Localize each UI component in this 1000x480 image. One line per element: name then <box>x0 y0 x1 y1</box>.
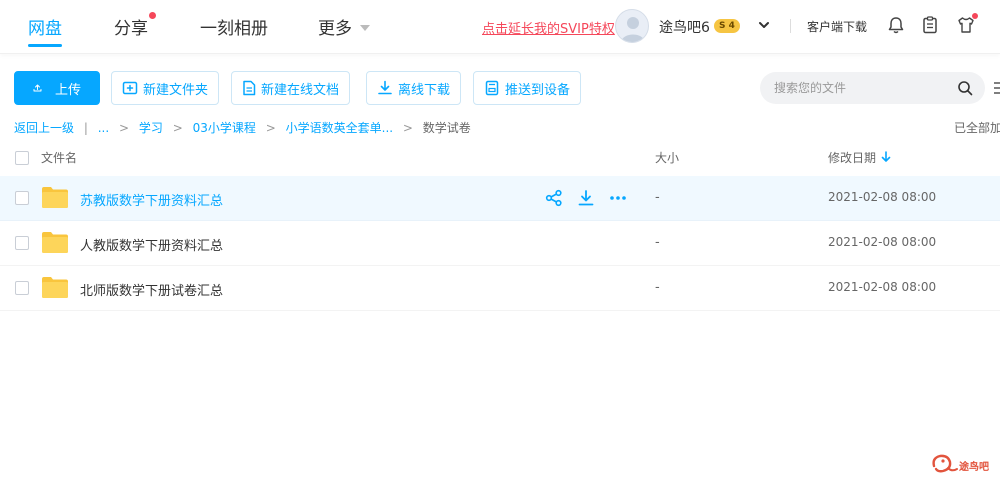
tab-netdisk[interactable]: 网盘 <box>28 14 62 39</box>
select-all-checkbox[interactable] <box>15 151 29 165</box>
push-to-device-button[interactable]: 推送到设备 <box>473 71 582 105</box>
tab-more-label: 更多 <box>318 19 352 39</box>
new-online-doc-button[interactable]: 新建在线文档 <box>231 71 351 105</box>
file-modified-date: 2021-02-08 08:00 <box>828 235 937 249</box>
document-icon <box>243 80 256 96</box>
avatar-person-icon <box>621 17 645 42</box>
top-navigation: 网盘 分享 一刻相册 更多 点击延长我的SVIP特权 途鸟吧6 S 4 客户端下… <box>0 0 1000 54</box>
file-name[interactable]: 人教版数学下册资料汇总 <box>80 235 223 254</box>
table-row[interactable]: 人教版数学下册资料汇总 - 2021-02-08 08:00 <box>0 221 1000 266</box>
table-header: 文件名 大小 修改日期 <box>0 142 1000 174</box>
file-size: - <box>655 280 660 295</box>
search-box <box>760 72 985 104</box>
list-view-icon[interactable] <box>994 81 1000 95</box>
nav-divider <box>790 19 791 33</box>
breadcrumb-separator: | <box>83 121 88 135</box>
table-row[interactable]: 北师版数学下册试卷汇总 - 2021-02-08 08:00 <box>0 266 1000 311</box>
file-size: - <box>655 190 660 205</box>
loaded-status: 已全部加载 <box>954 121 1000 135</box>
sort-desc-arrow-icon[interactable] <box>881 151 891 163</box>
folder-icon <box>42 232 68 253</box>
column-header-modified[interactable]: 修改日期 <box>828 149 876 166</box>
new-folder-button[interactable]: 新建文件夹 <box>111 71 220 105</box>
user-menu-chevron-icon[interactable] <box>758 19 770 31</box>
download-icon[interactable] <box>577 189 595 207</box>
chevron-down-icon <box>360 25 370 31</box>
folder-icon <box>42 277 68 298</box>
file-modified-date: 2021-02-08 08:00 <box>828 190 937 204</box>
file-modified-date: 2021-02-08 08:00 <box>828 280 937 294</box>
tab-moment-album[interactable]: 一刻相册 <box>200 14 268 39</box>
folder-icon <box>42 187 68 208</box>
table-row[interactable]: 苏教版数学下册资料汇总 - 2021-02-08 08:00 <box>0 176 1000 221</box>
svip-renew-link[interactable]: 点击延长我的SVIP特权 <box>482 18 615 37</box>
skin-notification-dot <box>972 13 978 19</box>
offline-download-button-label: 离线下载 <box>398 82 451 98</box>
file-size: - <box>655 235 660 250</box>
search-icon[interactable] <box>957 80 973 96</box>
svip-level-badge: S 4 <box>714 19 740 33</box>
breadcrumb: 返回上一级 | ... > 学习 > 03小学课程 > 小学语数英全套单... … <box>14 119 471 136</box>
upload-icon <box>33 84 42 92</box>
column-header-size[interactable]: 大小 <box>655 149 679 166</box>
breadcrumb-current: 数学试卷 <box>422 121 471 135</box>
clipboard-icon[interactable] <box>920 15 940 35</box>
upload-button[interactable]: 上传 <box>14 71 100 105</box>
active-tab-indicator <box>28 44 62 47</box>
breadcrumb-ellipsis[interactable]: ... <box>98 121 109 135</box>
breadcrumb-item-study[interactable]: 学习 <box>139 121 163 135</box>
breadcrumb-separator: > <box>402 121 413 135</box>
username[interactable]: 途鸟吧6 <box>659 17 710 37</box>
device-icon <box>485 80 499 96</box>
breadcrumb-separator: > <box>265 121 276 135</box>
row-checkbox[interactable] <box>15 236 29 250</box>
breadcrumb-item-primary-course[interactable]: 03小学课程 <box>193 121 256 135</box>
watermark-text: 途鸟吧 <box>959 462 989 473</box>
offline-download-button[interactable]: 离线下载 <box>366 71 462 105</box>
avatar[interactable] <box>615 9 649 43</box>
row-checkbox[interactable] <box>15 191 29 205</box>
file-name[interactable]: 苏教版数学下册资料汇总 <box>80 190 223 209</box>
client-download-link[interactable]: 客户端下载 <box>807 18 867 35</box>
tab-share[interactable]: 分享 <box>114 14 148 39</box>
bell-icon[interactable] <box>886 15 906 35</box>
push-to-device-button-label: 推送到设备 <box>505 82 571 98</box>
breadcrumb-item-full-set[interactable]: 小学语数英全套单... <box>286 121 393 135</box>
new-folder-button-label: 新建文件夹 <box>143 82 209 98</box>
new-online-doc-button-label: 新建在线文档 <box>261 82 340 98</box>
more-icon[interactable] <box>609 189 627 207</box>
download-icon <box>378 80 392 95</box>
upload-button-label: 上传 <box>54 82 81 98</box>
new-folder-icon <box>122 81 138 95</box>
search-input[interactable] <box>774 79 954 97</box>
breadcrumb-separator: > <box>119 121 130 135</box>
tab-more[interactable]: 更多 <box>318 14 370 39</box>
share-icon[interactable] <box>545 189 563 207</box>
share-notification-dot <box>149 12 156 19</box>
breadcrumb-separator: > <box>172 121 183 135</box>
breadcrumb-back[interactable]: 返回上一级 <box>14 121 74 135</box>
row-checkbox[interactable] <box>15 281 29 295</box>
column-header-name[interactable]: 文件名 <box>41 149 77 166</box>
file-name[interactable]: 北师版数学下册试卷汇总 <box>80 280 223 299</box>
